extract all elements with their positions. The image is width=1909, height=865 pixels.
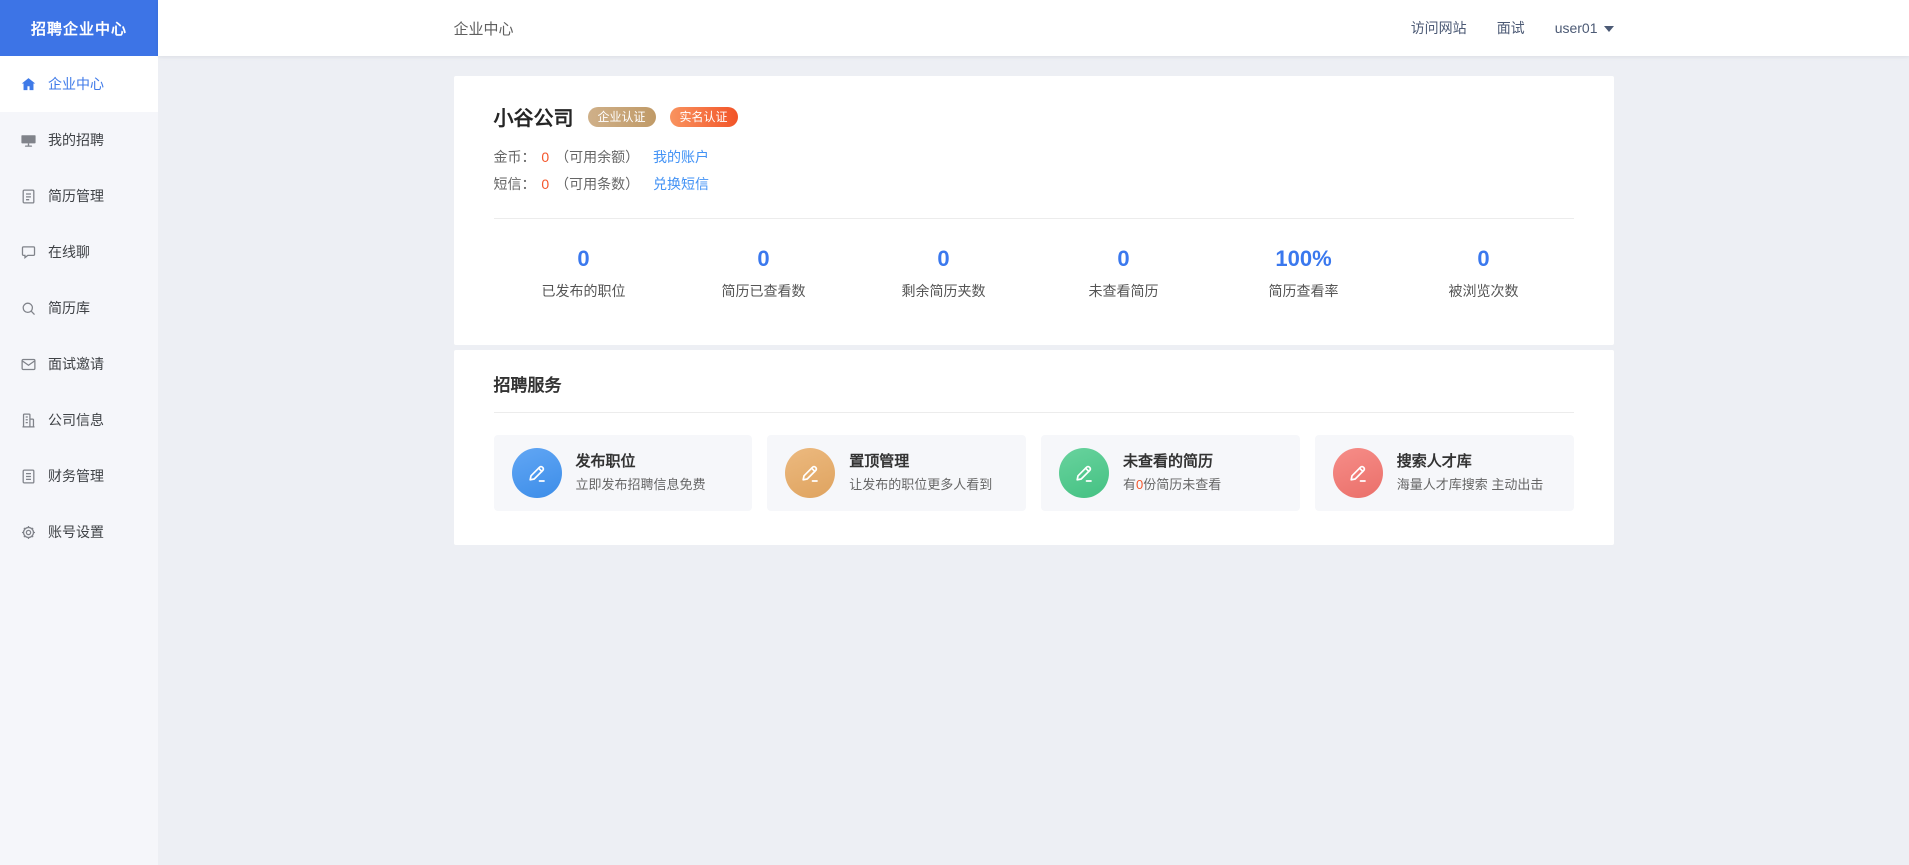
finance-icon xyxy=(19,467,37,485)
realname-verified-badge: 实名认证 xyxy=(670,107,738,127)
sidebar-item-interview-invite[interactable]: 面试邀请 xyxy=(0,336,158,392)
services-title: 招聘服务 xyxy=(494,374,1574,398)
stat-value: 0 xyxy=(854,245,1034,273)
sms-label: 短信： xyxy=(494,176,536,192)
my-account-link[interactable]: 我的账户 xyxy=(653,149,709,165)
sidebar-item-my-recruitment[interactable]: 我的招聘 xyxy=(0,112,158,168)
mail-icon xyxy=(19,355,37,373)
sms-value: 0 xyxy=(541,176,549,192)
content-area: 小谷公司 企业认证 实名认证 金币： 0 （可用余额） 我的账户 短信： 0 （… xyxy=(158,56,1909,865)
sidebar-item-label: 在线聊 xyxy=(48,242,90,262)
edit-pencil-icon xyxy=(1059,448,1109,498)
home-icon xyxy=(19,75,37,93)
gear-icon xyxy=(19,523,37,541)
chevron-down-icon xyxy=(1604,26,1614,32)
stats-row: 0 已发布的职位 0 简历已查看数 0 剩余简历夹数 0 xyxy=(494,219,1574,301)
edit-pencil-icon xyxy=(512,448,562,498)
sidebar-item-resume-library[interactable]: 简历库 xyxy=(0,280,158,336)
sms-suffix: （可用条数） xyxy=(555,176,639,192)
monitor-icon xyxy=(19,131,37,149)
stat-label: 已发布的职位 xyxy=(494,281,674,301)
app-layout: 招聘企业中心 企业中心 我的招聘 简历管理 在线聊 xyxy=(0,0,1909,865)
stat-value: 0 xyxy=(1034,245,1214,273)
services-row: 发布职位 立即发布招聘信息免费 置顶管理 让发布的职位更多人看到 xyxy=(494,435,1574,511)
unviewed-resumes-card[interactable]: 未查看的简历 有0份简历未查看 xyxy=(1041,435,1300,511)
sidebar: 招聘企业中心 企业中心 我的招聘 简历管理 在线聊 xyxy=(0,0,158,865)
search-talent-pool-card[interactable]: 搜索人才库 海量人才库搜索 主动出击 xyxy=(1315,435,1574,511)
company-name: 小谷公司 xyxy=(494,102,574,131)
sidebar-item-label: 简历库 xyxy=(48,298,90,318)
service-desc: 海量人才库搜索 主动出击 xyxy=(1397,476,1544,494)
service-title: 置顶管理 xyxy=(849,452,992,472)
resume-icon xyxy=(19,187,37,205)
coin-value: 0 xyxy=(541,149,549,165)
exchange-sms-link[interactable]: 兑换短信 xyxy=(653,176,709,192)
service-title: 发布职位 xyxy=(576,452,706,472)
interview-link[interactable]: 面试 xyxy=(1497,18,1525,38)
stat-resume-folders-left: 0 剩余简历夹数 xyxy=(854,245,1034,301)
main-column: 企业中心 访问网站 面试 user01 小谷公司 企业认证 xyxy=(158,0,1909,865)
page-title: 企业中心 xyxy=(454,18,514,39)
recruitment-services-card: 招聘服务 发布职位 立即发布招聘信息免费 xyxy=(454,350,1614,545)
sidebar-item-label: 公司信息 xyxy=(48,410,104,430)
stat-label: 简历查看率 xyxy=(1214,281,1394,301)
company-overview-card: 小谷公司 企业认证 实名认证 金币： 0 （可用余额） 我的账户 短信： 0 （… xyxy=(454,76,1614,345)
stat-published-jobs: 0 已发布的职位 xyxy=(494,245,674,301)
sidebar-item-label: 面试邀请 xyxy=(48,354,104,374)
enterprise-verified-badge: 企业认证 xyxy=(588,107,656,127)
stat-label: 未查看简历 xyxy=(1034,281,1214,301)
chat-icon xyxy=(19,243,37,261)
service-text: 置顶管理 让发布的职位更多人看到 xyxy=(849,452,992,494)
stat-value: 0 xyxy=(494,245,674,273)
service-title: 未查看的简历 xyxy=(1123,452,1221,472)
brand-title: 招聘企业中心 xyxy=(31,18,127,39)
service-text: 搜索人才库 海量人才库搜索 主动出击 xyxy=(1397,452,1544,494)
edit-pencil-icon xyxy=(1333,448,1383,498)
search-icon xyxy=(19,299,37,317)
coin-suffix: （可用余额） xyxy=(555,149,639,165)
edit-pencil-icon xyxy=(785,448,835,498)
coin-balance-row: 金币： 0 （可用余额） 我的账户 xyxy=(494,147,1574,167)
sidebar-item-online-chat[interactable]: 在线聊 xyxy=(0,224,158,280)
username: user01 xyxy=(1555,20,1598,36)
sidebar-item-label: 财务管理 xyxy=(48,466,104,486)
sidebar-item-enterprise-center[interactable]: 企业中心 xyxy=(0,56,158,112)
stat-unviewed-resumes: 0 未查看简历 xyxy=(1034,245,1214,301)
stat-value: 0 xyxy=(1394,245,1574,273)
service-desc: 立即发布招聘信息免费 xyxy=(576,476,706,494)
pin-management-card[interactable]: 置顶管理 让发布的职位更多人看到 xyxy=(767,435,1026,511)
topbar-nav: 访问网站 面试 user01 xyxy=(1411,18,1614,38)
card-divider xyxy=(494,412,1574,413)
stat-label: 简历已查看数 xyxy=(674,281,854,301)
service-desc: 有0份简历未查看 xyxy=(1123,476,1221,494)
service-desc: 让发布的职位更多人看到 xyxy=(849,476,992,494)
brand-banner: 招聘企业中心 xyxy=(0,0,158,56)
stat-label: 剩余简历夹数 xyxy=(854,281,1034,301)
sidebar-item-label: 账号设置 xyxy=(48,522,104,542)
sidebar-item-account-settings[interactable]: 账号设置 xyxy=(0,504,158,560)
stat-resume-view-rate: 100% 简历查看率 xyxy=(1214,245,1394,301)
topbar: 企业中心 访问网站 面试 user01 xyxy=(158,0,1909,56)
stat-resumes-viewed: 0 简历已查看数 xyxy=(674,245,854,301)
sidebar-item-finance[interactable]: 财务管理 xyxy=(0,448,158,504)
visit-website-link[interactable]: 访问网站 xyxy=(1411,18,1467,38)
service-title: 搜索人才库 xyxy=(1397,452,1544,472)
service-text: 发布职位 立即发布招聘信息免费 xyxy=(576,452,706,494)
stat-label: 被浏览次数 xyxy=(1394,281,1574,301)
stat-value: 0 xyxy=(674,245,854,273)
user-menu[interactable]: user01 xyxy=(1555,20,1614,36)
sidebar-item-label: 简历管理 xyxy=(48,186,104,206)
coin-label: 金币： xyxy=(494,149,536,165)
stat-value: 100% xyxy=(1214,245,1394,273)
sidebar-item-resume-management[interactable]: 简历管理 xyxy=(0,168,158,224)
publish-job-card[interactable]: 发布职位 立即发布招聘信息免费 xyxy=(494,435,753,511)
sms-balance-row: 短信： 0 （可用条数） 兑换短信 xyxy=(494,174,1574,194)
stat-profile-views: 0 被浏览次数 xyxy=(1394,245,1574,301)
sidebar-item-label: 企业中心 xyxy=(48,74,104,94)
sidebar-item-label: 我的招聘 xyxy=(48,130,104,150)
building-icon xyxy=(19,411,37,429)
sidebar-item-company-info[interactable]: 公司信息 xyxy=(0,392,158,448)
service-text: 未查看的简历 有0份简历未查看 xyxy=(1123,452,1221,494)
